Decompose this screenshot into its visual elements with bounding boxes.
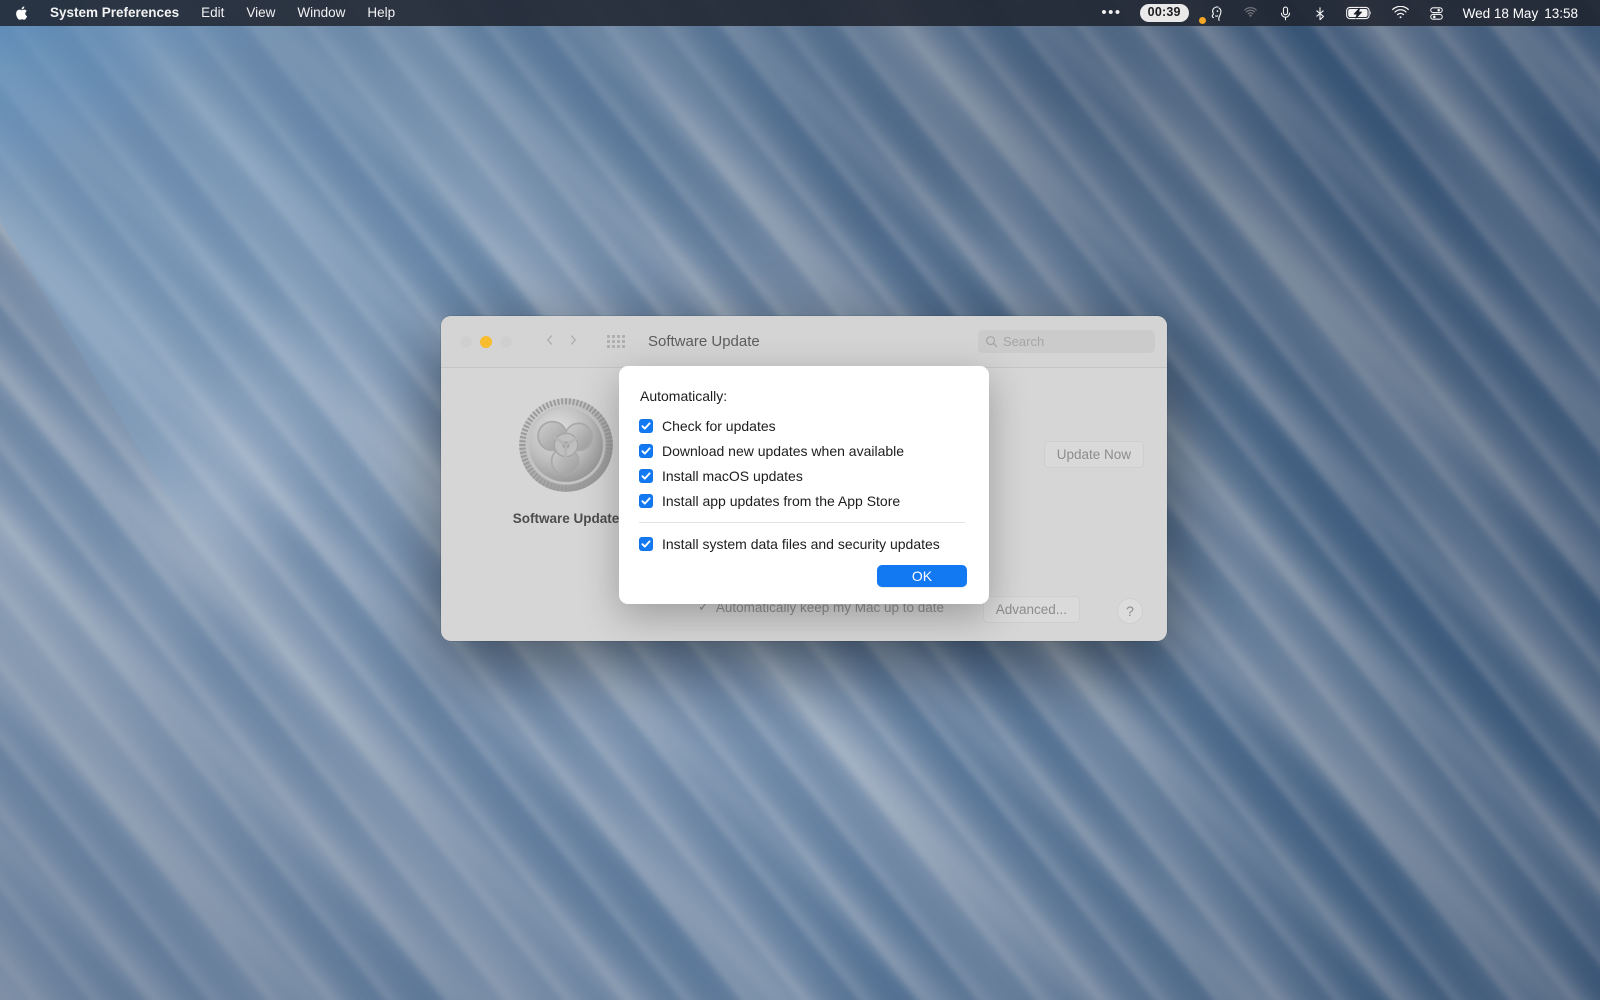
chevron-left-icon[interactable] [544, 333, 556, 351]
checkbox-install-macos-updates[interactable] [639, 468, 653, 483]
checkbox-row-check-for-updates[interactable]: Check for updates [639, 413, 967, 438]
checkbox-label-install-macos-updates: Install macOS updates [662, 467, 803, 484]
pane-icon-label: Software Update [512, 511, 620, 526]
zoom-button[interactable] [500, 335, 512, 348]
search-placeholder: Search [1003, 334, 1045, 349]
search-input[interactable]: Search [978, 330, 1155, 353]
help-button[interactable]: ? [1117, 598, 1143, 624]
update-now-button[interactable]: Update Now [1043, 441, 1144, 468]
menu-item-help[interactable]: Help [356, 0, 406, 26]
software-update-gear-icon: Software Update [506, 391, 626, 526]
menu-bar: System Preferences Edit View Window Help… [0, 0, 1600, 26]
user-status-badge-dot [1198, 17, 1206, 24]
checkbox-row-download-new-updates[interactable]: Download new updates when available [639, 438, 967, 463]
checkbox-row-install-system-data-files[interactable]: Install system data files and security u… [639, 531, 967, 556]
menu-item-system-preferences[interactable]: System Preferences [39, 0, 190, 26]
checkbox-check-for-updates[interactable] [639, 418, 653, 433]
automatic-updates-sheet: Automatically: Check for updates Downloa… [619, 366, 989, 604]
menu-bar-date[interactable]: Wed 18 May [1454, 0, 1545, 26]
minimize-button[interactable] [480, 335, 492, 348]
checkbox-row-install-app-updates[interactable]: Install app updates from the App Store [639, 488, 967, 513]
close-button[interactable] [460, 335, 472, 348]
sheet-divider [639, 522, 965, 523]
timer-value: 00:39 [1139, 4, 1189, 22]
menu-item-window[interactable]: Window [286, 0, 356, 26]
search-icon [986, 336, 998, 348]
sheet-title: Automatically: [640, 388, 728, 404]
show-all-grid-icon[interactable] [607, 335, 625, 348]
checkbox-install-app-updates[interactable] [639, 493, 653, 508]
microphone-icon[interactable] [1268, 0, 1303, 26]
control-center-icon[interactable] [1419, 0, 1454, 26]
gear-graphic [519, 398, 613, 492]
advanced-button[interactable]: Advanced... [982, 596, 1080, 623]
chevron-right-icon[interactable] [567, 333, 579, 351]
menu-bar-left: System Preferences Edit View Window Help [0, 0, 406, 26]
apple-logo-icon[interactable] [0, 5, 39, 21]
checkbox-label-install-app-updates: Install app updates from the App Store [662, 492, 901, 509]
menu-item-view[interactable]: View [235, 0, 286, 26]
traffic-lights [441, 335, 512, 348]
window-title: Software Update [648, 333, 760, 350]
checkbox-label-install-system-data-files: Install system data files and security u… [662, 535, 940, 552]
checkbox-install-system-data-files[interactable] [639, 536, 653, 551]
window-titlebar[interactable]: Software Update Search [441, 316, 1167, 368]
battery-charging-icon[interactable] [1337, 0, 1382, 26]
wifi-icon[interactable] [1382, 0, 1419, 26]
menu-bar-status-area: ••• 00:39 Wed 18 May 13:58 [1092, 0, 1590, 26]
menu-bar-time[interactable]: 13:58 [1544, 0, 1590, 26]
ellipsis-icon[interactable]: ••• [1092, 0, 1130, 26]
checkbox-label-download-new-updates: Download new updates when available [662, 442, 905, 459]
checkbox-row-install-macos-updates[interactable]: Install macOS updates [639, 463, 967, 488]
checkbox-label-check-for-updates: Check for updates [662, 417, 776, 434]
timer-status-item[interactable]: 00:39 [1131, 0, 1198, 26]
checkbox-download-new-updates[interactable] [639, 443, 653, 458]
navigation-buttons [544, 333, 579, 351]
airplay-icon[interactable] [1233, 0, 1268, 26]
user-face-icon[interactable] [1198, 0, 1233, 26]
ok-button[interactable]: OK [877, 565, 967, 587]
menu-item-edit[interactable]: Edit [190, 0, 235, 26]
bluetooth-icon[interactable] [1303, 0, 1337, 26]
